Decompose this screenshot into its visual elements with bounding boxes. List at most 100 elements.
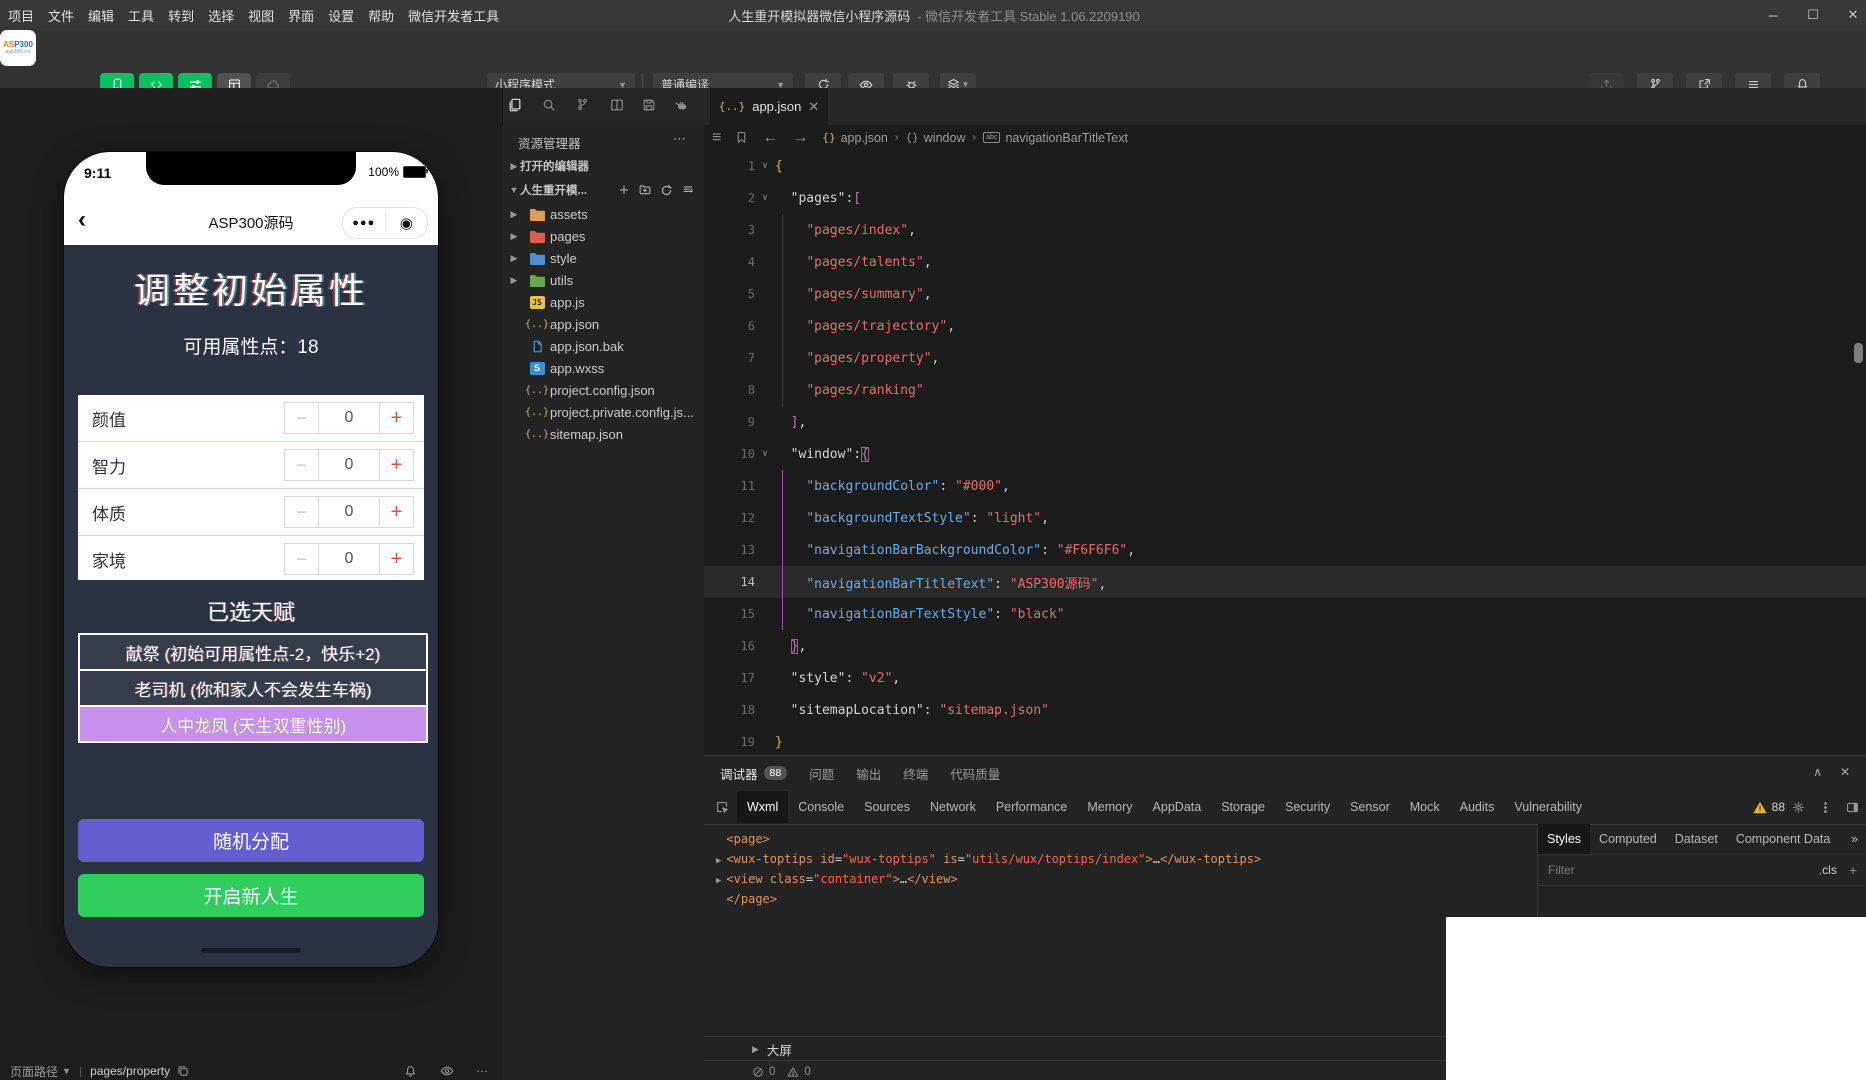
bookmark-icon[interactable] [735,131,748,144]
devtools-tab-Vulnerability[interactable]: Vulnerability [1504,791,1592,823]
close-button[interactable]: ✕ [1846,7,1860,23]
wxml-node[interactable]: <page> [716,832,770,846]
explorer-section-1[interactable]: ▼人生重开模... [502,179,704,201]
expand-arrow-icon[interactable]: ▶ [752,1044,759,1055]
source-control-icon[interactable] [576,98,589,111]
collapse-panel-icon[interactable]: ∧ [1813,765,1822,779]
watch-icon[interactable] [440,1064,454,1078]
save-all-icon[interactable] [642,98,656,112]
stepper-plus-button[interactable]: + [379,497,413,527]
start-new-life-button[interactable]: 开启新人生 [78,874,424,917]
outline-icon[interactable]: ≡ [712,129,721,147]
devtools-tab-Network[interactable]: Network [920,791,986,823]
file-item-style[interactable]: ▶style [502,247,704,269]
menu-item-微信开发者工具[interactable]: 微信开发者工具 [408,6,499,25]
panel-tab-调试器[interactable]: 调试器88 [720,764,787,783]
panel-tab-代码质量[interactable]: 代码质量 [950,764,1000,783]
file-item-sitemap.json[interactable]: {..}sitemap.json [502,423,704,445]
explorer-section-0[interactable]: ▶打开的编辑器 [502,155,704,177]
code-area[interactable]: 1∨{2∨ "pages":[3 "pages/index",4 "pages/… [704,150,1866,755]
menu-item-帮助[interactable]: 帮助 [368,6,394,25]
file-item-app.json.bak[interactable]: app.json.bak [502,335,704,357]
settings-icon[interactable] [1792,801,1805,814]
menu-item-视图[interactable]: 视图 [248,6,274,25]
file-item-assets[interactable]: ▶assets [502,203,704,225]
minimize-button[interactable]: ─ [1766,8,1780,23]
maximize-button[interactable]: ☐ [1806,7,1820,23]
nav-forward-icon[interactable]: → [792,129,808,147]
collapse-icon[interactable] [682,184,694,197]
inspect-element-icon[interactable] [716,801,729,814]
menu-item-界面[interactable]: 界面 [288,6,314,25]
nav-back-icon[interactable]: ← [762,129,778,147]
devtools-tab-Audits[interactable]: Audits [1450,791,1505,823]
close-miniprogram-icon[interactable]: ◉ [386,214,428,232]
devtools-tab-AppData[interactable]: AppData [1143,791,1212,823]
file-item-utils[interactable]: ▶utils [502,269,704,291]
menu-item-设置[interactable]: 设置 [328,6,354,25]
new-folder-icon[interactable] [639,184,651,197]
devtools-tab-Storage[interactable]: Storage [1211,791,1275,823]
wxml-node[interactable]: ▶<wux-toptips id="wux-toptips" is="utils… [716,852,1261,866]
menu-item-选择[interactable]: 选择 [208,6,234,25]
panel-tab-输出[interactable]: 输出 [856,764,881,783]
stepper-minus-button[interactable]: − [285,450,319,480]
expand-arrow-icon[interactable]: ▶ [716,856,721,866]
editor-tab-appjson[interactable]: {..} app.json ✕ [710,88,828,125]
styles-tab-Styles[interactable]: Styles [1538,824,1590,854]
wxml-node[interactable]: </page> [716,892,777,906]
devtools-tab-Sources[interactable]: Sources [854,791,920,823]
stepper-plus-button[interactable]: + [379,450,413,480]
add-style-icon[interactable]: + [1849,862,1857,878]
search-icon[interactable] [542,98,556,112]
styles-tab-Dataset[interactable]: Dataset [1666,824,1727,854]
devtools-tab-Wxml[interactable]: Wxml [737,791,788,823]
warning-summary[interactable]: 88 [1753,800,1785,814]
menu-item-工具[interactable]: 工具 [128,6,154,25]
stepper-minus-button[interactable]: − [285,544,319,574]
breadcrumb-item-app.json[interactable]: {}app.json [822,131,888,145]
stepper-plus-button[interactable]: + [379,544,413,574]
dock-side-icon[interactable] [1846,801,1859,814]
files-explorer-icon[interactable] [508,98,522,112]
close-tab-icon[interactable]: ✕ [808,99,819,115]
devtools-tab-Memory[interactable]: Memory [1077,791,1142,823]
breadcrumb-item-navigationBarTitleText[interactable]: abcnavigationBarTitleText [983,131,1128,145]
page-path-label[interactable]: 页面路径 [10,1063,58,1080]
devtools-tab-Mock[interactable]: Mock [1400,791,1450,823]
copy-icon[interactable] [177,1065,189,1077]
file-item-project.private.config.js...[interactable]: {..}project.private.config.js... [502,401,704,423]
menu-item-项目[interactable]: 项目 [8,6,34,25]
explorer-more-icon[interactable]: ⋯ [673,131,686,147]
wxml-node[interactable]: ▶<view class="container">…</view> [716,872,958,886]
stepper-minus-button[interactable]: − [285,403,319,433]
file-item-app.json[interactable]: {..}app.json [502,313,704,335]
file-item-app.js[interactable]: JSapp.js [502,291,704,313]
menu-item-编辑[interactable]: 编辑 [88,6,114,25]
talent-item[interactable]: 献祭 (初始可用属性点-2，快乐+2) [80,635,426,669]
editor-scrollbar[interactable] [1854,343,1863,363]
devtools-tab-Security[interactable]: Security [1275,791,1340,823]
more-menu-icon[interactable] [1819,801,1832,814]
file-item-app.wxss[interactable]: Sapp.wxss [502,357,704,379]
talent-item[interactable]: 人中龙凤 (天生双重性别) [80,705,426,741]
styles-tab-Computed[interactable]: Computed [1590,824,1666,854]
panel-tab-问题[interactable]: 问题 [809,764,834,783]
file-item-pages[interactable]: ▶pages [502,225,704,247]
more-tabs-icon[interactable]: » [1842,824,1866,854]
devtools-tab-Performance[interactable]: Performance [986,791,1078,823]
refresh-icon[interactable] [660,184,673,197]
file-item-project.config.json[interactable]: {..}project.config.json [502,379,704,401]
devtools-tab-Console[interactable]: Console [788,791,854,823]
new-file-icon[interactable] [618,184,630,197]
random-assign-button[interactable]: 随机分配 [78,819,424,862]
split-editor-icon[interactable] [610,98,624,112]
notification-icon[interactable] [404,1065,417,1078]
expand-arrow-icon[interactable]: ▶ [716,876,721,886]
more-options-icon[interactable]: ⋯ [476,1064,488,1078]
stepper-plus-button[interactable]: + [379,403,413,433]
styles-tab-Component Data[interactable]: Component Data [1727,824,1840,854]
menu-item-文件[interactable]: 文件 [48,6,74,25]
stepper-minus-button[interactable]: − [285,497,319,527]
breadcrumb-item-window[interactable]: {}window [906,131,966,145]
